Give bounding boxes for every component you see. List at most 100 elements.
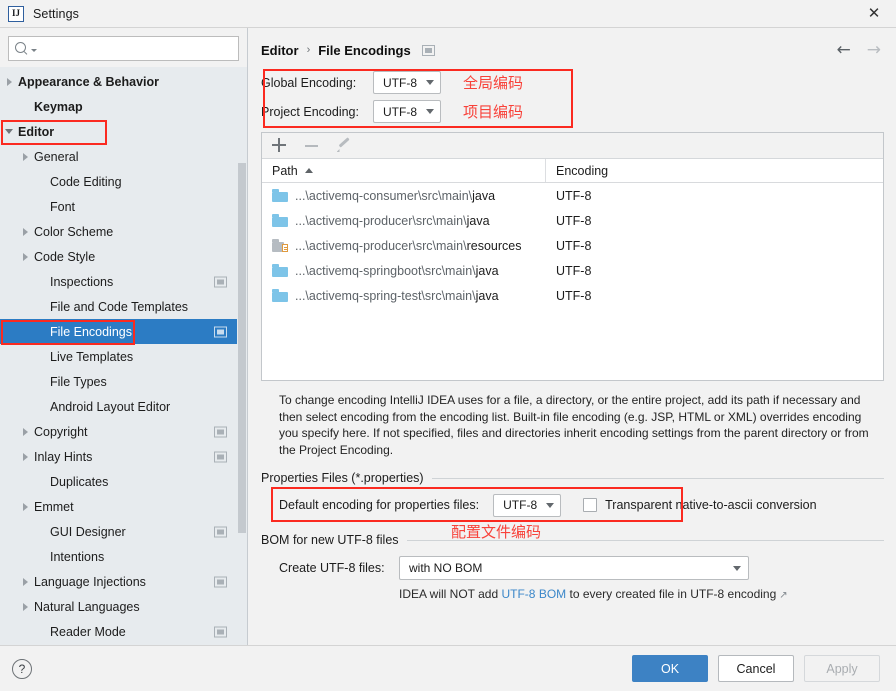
table-row[interactable]: ...\activemq-consumer\src\main\java UTF-8	[262, 183, 883, 208]
create-utf8-dropdown[interactable]: with NO BOM	[399, 556, 749, 580]
properties-section-header: Properties Files (*.properties)	[261, 471, 884, 485]
sidebar-item-label: Android Layout Editor	[50, 399, 171, 414]
table-cell-encoding[interactable]: UTF-8	[546, 289, 591, 303]
sidebar-item-code-style[interactable]: Code Style	[0, 244, 247, 269]
divider	[431, 477, 884, 479]
sidebar-item-gui-designer[interactable]: GUI Designer	[0, 519, 247, 544]
table-row[interactable]: ...\activemq-springboot\src\main\java UTF…	[262, 258, 883, 283]
sidebar-item-file-and-code-templates[interactable]: File and Code Templates	[0, 294, 247, 319]
checkbox-box[interactable]	[583, 498, 598, 512]
sidebar-item-inspections[interactable]: Inspections	[0, 269, 247, 294]
table-row[interactable]: ...\activemq-producer\src\main\java UTF-8	[262, 208, 883, 233]
table-cell-encoding[interactable]: UTF-8	[546, 239, 591, 253]
encoding-block: Global Encoding: UTF-8 全局编码 Project Enco…	[261, 68, 884, 128]
create-utf8-value: with NO BOM	[409, 561, 483, 575]
remove-row-icon[interactable]	[304, 138, 319, 153]
project-encoding-dropdown[interactable]: UTF-8	[373, 100, 441, 123]
sidebar-item-inlay-hints[interactable]: Inlay Hints	[0, 444, 247, 469]
add-row-icon[interactable]	[272, 138, 287, 153]
edit-row-icon[interactable]	[336, 138, 351, 153]
table-row[interactable]: ...\activemq-spring-test\src\main\java UT…	[262, 283, 883, 308]
bom-section-title: BOM for new UTF-8 files	[261, 533, 399, 547]
chevron-right-icon[interactable]	[16, 602, 34, 611]
table-cell-path-text: ...\activemq-springboot\src\main\java	[295, 264, 499, 278]
table-cell-path: ...\activemq-springboot\src\main\java	[262, 264, 546, 278]
sidebar-item-label: Live Templates	[50, 349, 134, 364]
encodings-description: To change encoding IntelliJ IDEA uses fo…	[279, 393, 869, 457]
default-properties-encoding-dropdown[interactable]: UTF-8	[493, 493, 562, 517]
external-link-icon[interactable]: ↗	[779, 590, 787, 601]
create-utf8-row: Create UTF-8 files: with NO BOM	[261, 556, 884, 580]
sidebar-item-natural-languages[interactable]: Natural Languages	[0, 594, 247, 619]
sidebar-item-emmet[interactable]: Emmet	[0, 494, 247, 519]
table-row[interactable]: ...\activemq-producer\src\main\resources…	[262, 233, 883, 258]
sidebar-item-label: Copyright	[34, 424, 88, 439]
sidebar-item-android-layout-editor[interactable]: Android Layout Editor	[0, 394, 247, 419]
breadcrumb-parent[interactable]: Editor	[261, 43, 299, 58]
project-scope-icon	[214, 626, 227, 637]
chevron-right-icon[interactable]	[16, 577, 34, 586]
table-body: ...\activemq-consumer\src\main\java UTF-8…	[262, 183, 883, 380]
chevron-right-icon[interactable]	[16, 152, 34, 161]
search-box[interactable]	[8, 36, 239, 61]
transparent-conversion-checkbox[interactable]: Transparent native-to-ascii conversion	[583, 498, 817, 512]
sidebar-item-general[interactable]: General	[0, 144, 247, 169]
table-cell-path-text: ...\activemq-consumer\src\main\java	[295, 189, 495, 203]
sidebar-item-appearance-behavior[interactable]: Appearance & Behavior	[0, 69, 247, 94]
search-icon	[15, 42, 28, 55]
table-cell-encoding[interactable]: UTF-8	[546, 264, 591, 278]
sidebar-item-file-encodings[interactable]: File Encodings	[0, 319, 247, 344]
chevron-right-icon[interactable]	[16, 427, 34, 436]
chevron-right-icon[interactable]	[16, 252, 34, 261]
sidebar-item-keymap[interactable]: Keymap	[0, 94, 247, 119]
sidebar-item-label: Language Injections	[34, 574, 146, 589]
sidebar-item-label: Font	[50, 199, 76, 214]
sidebar-item-editor[interactable]: Editor	[0, 119, 247, 144]
utf8-bom-link[interactable]: UTF-8 BOM	[501, 587, 566, 601]
sidebar-item-color-scheme[interactable]: Color Scheme	[0, 219, 247, 244]
sidebar-item-label: File and Code Templates	[50, 299, 189, 314]
chevron-right-icon[interactable]	[16, 227, 34, 236]
sidebar-item-intentions[interactable]: Intentions	[0, 544, 247, 569]
chevron-right-icon[interactable]	[0, 77, 18, 86]
table-cell-encoding[interactable]: UTF-8	[546, 214, 591, 228]
ok-button[interactable]: OK	[632, 655, 708, 682]
project-encoding-row: Project Encoding: UTF-8 项目编码	[261, 97, 884, 126]
sidebar-item-code-editing[interactable]: Code Editing	[0, 169, 247, 194]
search-input[interactable]	[37, 40, 232, 57]
annotation-global-encoding: 全局编码	[463, 74, 524, 92]
global-encoding-value: UTF-8	[383, 75, 417, 90]
sidebar-scrollbar[interactable]	[237, 67, 247, 645]
sidebar-item-font[interactable]: Font	[0, 194, 247, 219]
sidebar-item-language-injections[interactable]: Language Injections	[0, 569, 247, 594]
annotation-project-encoding: 项目编码	[463, 103, 524, 121]
sidebar-item-label: Code Style	[34, 249, 96, 264]
project-scope-icon	[421, 44, 435, 56]
forward-arrow-icon[interactable]: →	[867, 41, 881, 59]
cancel-button[interactable]: Cancel	[718, 655, 794, 682]
sidebar-scrollbar-thumb[interactable]	[238, 163, 246, 533]
path-prefix: ...\activemq-consumer\src\main\	[295, 188, 473, 203]
sidebar-item-live-templates[interactable]: Live Templates	[0, 344, 247, 369]
help-button[interactable]: ?	[12, 658, 32, 679]
chevron-down-icon[interactable]	[0, 129, 18, 134]
sidebar-item-file-types[interactable]: File Types	[0, 369, 247, 394]
column-header-path[interactable]: Path	[262, 159, 546, 182]
global-encoding-dropdown[interactable]: UTF-8	[373, 71, 441, 94]
back-arrow-icon[interactable]: ←	[837, 41, 851, 59]
sidebar-item-label: Inspections	[50, 274, 114, 289]
chevron-right-icon[interactable]	[16, 452, 34, 461]
chevron-right-icon[interactable]	[16, 502, 34, 511]
column-header-path-label: Path	[272, 163, 298, 178]
sidebar-item-copyright[interactable]: Copyright	[0, 419, 247, 444]
project-scope-icon	[214, 526, 227, 537]
column-header-encoding[interactable]: Encoding	[546, 159, 608, 182]
sidebar-item-label: Inlay Hints	[34, 449, 93, 464]
chevron-down-icon	[426, 109, 434, 114]
close-icon[interactable]: ✕	[852, 0, 896, 27]
sidebar-item-reader-mode[interactable]: Reader Mode	[0, 619, 247, 644]
sidebar-item-duplicates[interactable]: Duplicates	[0, 469, 247, 494]
properties-section-title: Properties Files (*.properties)	[261, 471, 424, 485]
global-encoding-row: Global Encoding: UTF-8 全局编码	[261, 68, 884, 97]
table-cell-encoding[interactable]: UTF-8	[546, 189, 591, 203]
